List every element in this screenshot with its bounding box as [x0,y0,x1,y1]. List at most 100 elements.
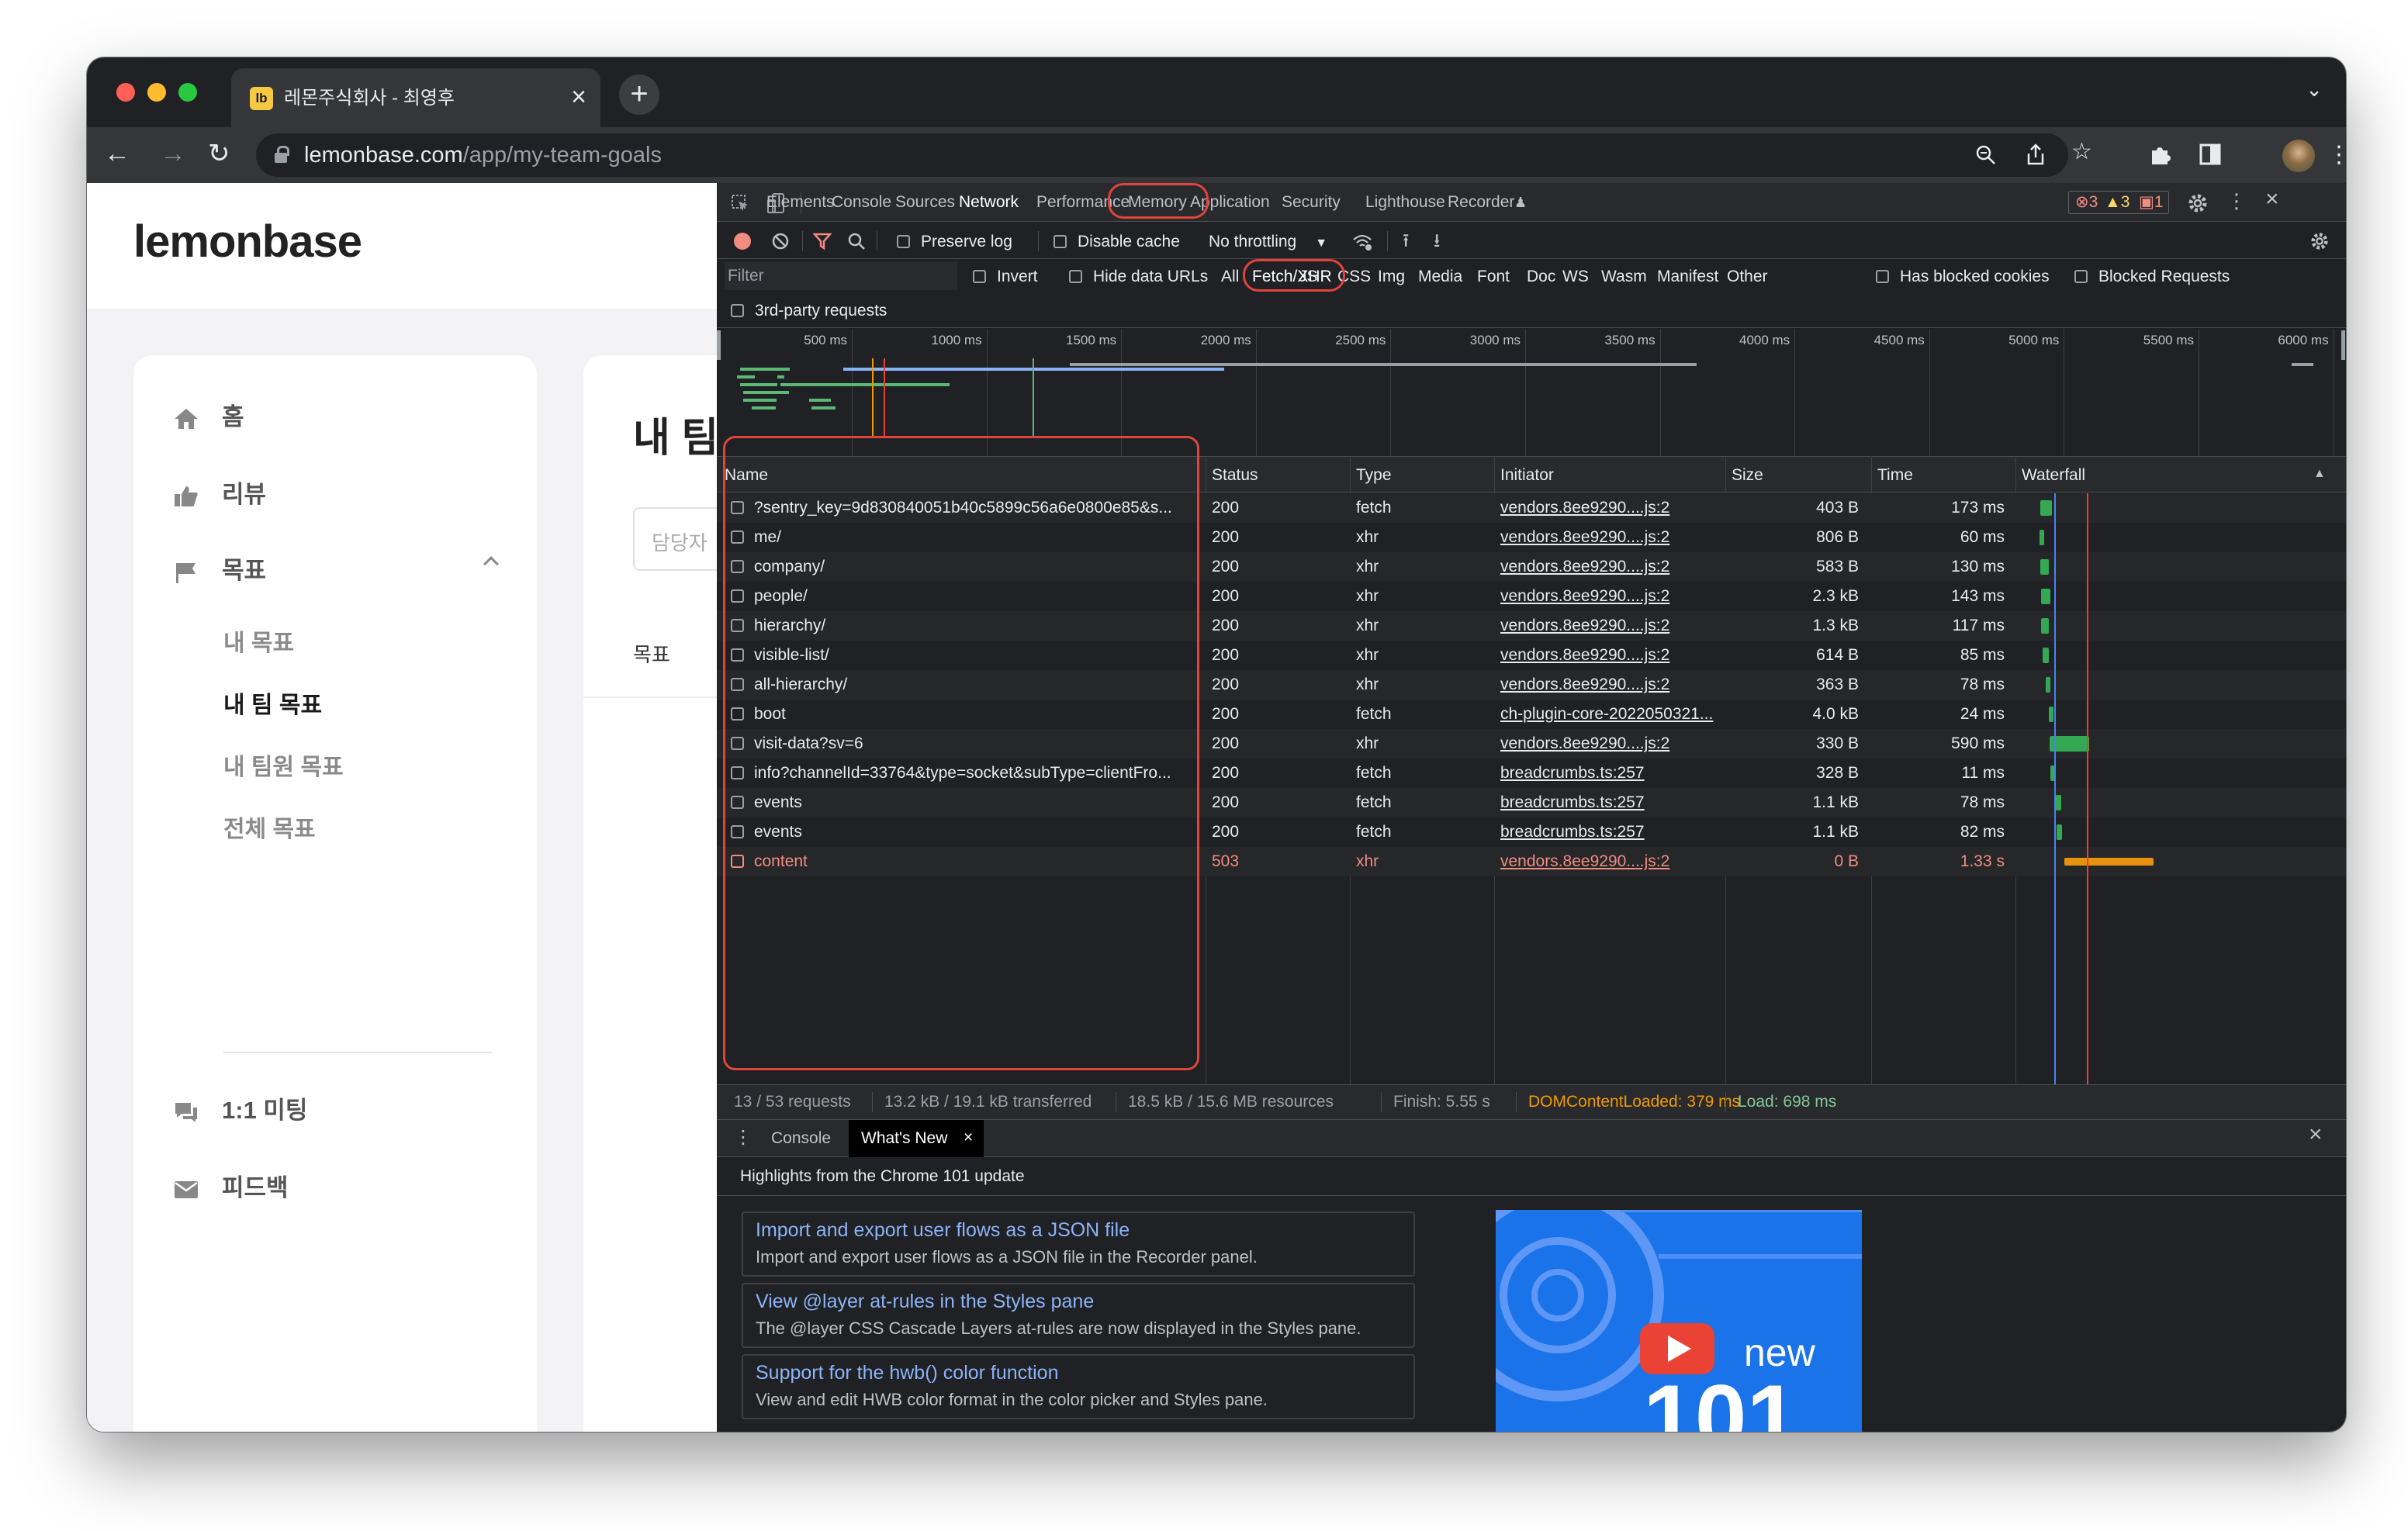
whats-new-item-title[interactable]: Import and export user flows as a JSON f… [756,1219,1130,1242]
overview-right-handle[interactable] [2341,330,2345,360]
chevron-up-icon[interactable] [483,556,499,572]
type-filter-media[interactable]: Media [1418,267,1462,287]
export-har-icon[interactable]: ⭳ [1434,231,1440,251]
clear-icon[interactable] [771,232,790,251]
type-filter-wasm[interactable]: Wasm [1601,267,1647,287]
url-text[interactable]: lemonbase.com/app/my-team-goals [304,141,662,169]
type-filter-img[interactable]: Img [1378,267,1405,287]
sidebar-item-my-team-member-goals[interactable]: 내 팀원 목표 [223,748,344,782]
close-tab-icon[interactable]: × [964,1128,973,1148]
devtools-tab-security[interactable]: Security [1282,192,1341,213]
request-initiator[interactable]: vendors.8ee9290....js:2 [1500,557,1721,577]
side-panel-icon[interactable] [2199,143,2222,166]
request-initiator[interactable]: vendors.8ee9290....js:2 [1500,527,1721,548]
devtools-tab-network[interactable]: Network [959,192,1019,213]
close-window-button[interactable] [116,83,135,102]
request-initiator[interactable]: vendors.8ee9290....js:2 [1500,645,1721,665]
sort-ascending-icon[interactable]: ▲ [2313,464,2326,484]
whats-new-item[interactable]: Support for the hwb() color function View… [742,1354,1415,1419]
record-button[interactable] [734,233,751,250]
sidebar-item-my-team-goals[interactable]: 내 팀 목표 [223,686,322,720]
forward-icon[interactable]: → [160,138,186,169]
sidebar-item-home[interactable]: 홈 [172,397,244,432]
import-har-icon[interactable]: ⭱ [1403,231,1409,251]
devtools-tab-console[interactable]: Console [832,192,891,213]
sidebar-item-my-goals[interactable]: 내 목표 [223,624,294,658]
filter-icon[interactable] [813,233,832,250]
whats-new-item[interactable]: View @layer at-rules in the Styles pane T… [742,1283,1415,1348]
new-tab-button[interactable]: + [619,74,659,115]
request-initiator[interactable]: breadcrumbs.ts:257 [1500,763,1721,783]
request-initiator[interactable]: vendors.8ee9290....js:2 [1500,498,1721,518]
assignee-filter-input[interactable]: 담당자 [633,507,717,571]
preserve-log-checkbox[interactable]: Preserve log [897,232,1012,252]
request-initiator[interactable]: vendors.8ee9290....js:2 [1500,734,1721,754]
has-blocked-cookies-checkbox[interactable]: Has blocked cookies [1876,267,2050,287]
request-initiator[interactable]: vendors.8ee9290....js:2 [1500,616,1721,636]
disable-cache-checkbox[interactable]: Disable cache [1054,232,1180,252]
request-initiator[interactable]: breadcrumbs.ts:257 [1500,822,1721,842]
type-filter-doc[interactable]: Doc [1527,267,1555,287]
whats-new-item[interactable]: Import and export user flows as a JSON f… [742,1211,1415,1277]
devtools-tab-recorder[interactable]: Recorder [1448,192,1514,213]
type-filter-font[interactable]: Font [1477,267,1510,287]
share-icon[interactable] [2025,143,2046,166]
third-party-checkbox[interactable]: 3rd-party requests [731,301,887,321]
profile-avatar[interactable] [2282,140,2315,172]
request-initiator[interactable]: ch-plugin-core-2022050321... [1500,704,1721,724]
column-header-initiator[interactable]: Initiator [1500,465,1554,486]
overview-left-handle[interactable] [717,330,721,360]
sidebar-item-one-on-one[interactable]: 1:1 미팅 [172,1090,307,1125]
whats-new-item-title[interactable]: Support for the hwb() color function [756,1362,1058,1384]
devtools-menu-icon[interactable]: ⋮ [2226,191,2247,211]
request-initiator[interactable]: breadcrumbs.ts:257 [1500,793,1721,813]
drawer-tab-whats-new[interactable]: What's New × [849,1120,984,1157]
invert-checkbox[interactable]: Invert [973,267,1038,287]
type-filter-other[interactable]: Other [1727,267,1768,287]
type-filter-manifest[interactable]: Manifest [1657,267,1718,287]
lemonbase-logo[interactable]: lemonbase [133,216,362,268]
search-icon[interactable] [847,232,866,251]
column-header-type[interactable]: Type [1356,465,1392,486]
column-header-status[interactable]: Status [1212,465,1258,486]
network-settings-icon[interactable] [2310,232,2329,251]
chrome-101-video-thumbnail[interactable]: new 101 [1496,1210,1862,1432]
gear-icon[interactable] [2188,193,2208,213]
back-icon[interactable]: ← [104,138,130,169]
address-bar[interactable]: lemonbase.com/app/my-team-goals ☆ [256,133,2092,177]
type-filter-ws[interactable]: WS [1562,267,1589,287]
tab-search-icon[interactable]: ⌄ [2306,78,2323,102]
extensions-icon[interactable] [2147,143,2172,168]
sidebar-item-all-goals[interactable]: 전체 목표 [223,810,316,844]
browser-menu-icon[interactable]: ⋮ [2327,140,2346,171]
close-drawer-icon[interactable]: × [2309,1123,2323,1146]
zoom-window-button[interactable] [178,83,197,102]
devtools-tab-lighthouse[interactable]: Lighthouse [1365,192,1445,213]
devtools-tab-elements[interactable]: Elements [766,192,835,213]
column-header-time[interactable]: Time [1877,465,1913,486]
devtools-tab-sources[interactable]: Sources [895,192,955,213]
request-initiator[interactable]: vendors.8ee9290....js:2 [1500,675,1721,695]
bookmark-star-icon[interactable]: ☆ [2071,137,2092,168]
request-initiator[interactable]: vendors.8ee9290....js:2 [1500,852,1721,872]
sidebar-item-goals[interactable]: 목표 [172,551,266,586]
blocked-requests-checkbox[interactable]: Blocked Requests [2074,267,2230,287]
reload-icon[interactable]: ↻ [208,138,230,169]
filter-input[interactable]: Filter [725,262,957,290]
throttling-select[interactable]: No throttling ▼ [1209,232,1327,254]
request-initiator[interactable]: vendors.8ee9290....js:2 [1500,586,1721,607]
tab-close-icon[interactable]: × [571,84,586,110]
inspect-element-icon[interactable] [731,194,749,213]
column-header-size[interactable]: Size [1732,465,1763,486]
hide-data-urls-checkbox[interactable]: Hide data URLs [1069,267,1208,287]
column-header-waterfall[interactable]: Waterfall [2022,465,2085,486]
drawer-menu-icon[interactable]: ⋮ [734,1128,752,1148]
zoom-icon[interactable] [1975,144,1997,166]
browser-tab[interactable]: lb 레몬주식회사 - 최영후 × [231,68,600,127]
type-filter-all[interactable]: All [1221,267,1239,287]
network-conditions-icon[interactable] [1351,233,1373,251]
close-devtools-icon[interactable]: × [2265,188,2279,211]
minimize-window-button[interactable] [147,83,166,102]
sidebar-item-feedback[interactable]: 피드백 [172,1168,289,1203]
whats-new-item-title[interactable]: View @layer at-rules in the Styles pane [756,1291,1094,1313]
